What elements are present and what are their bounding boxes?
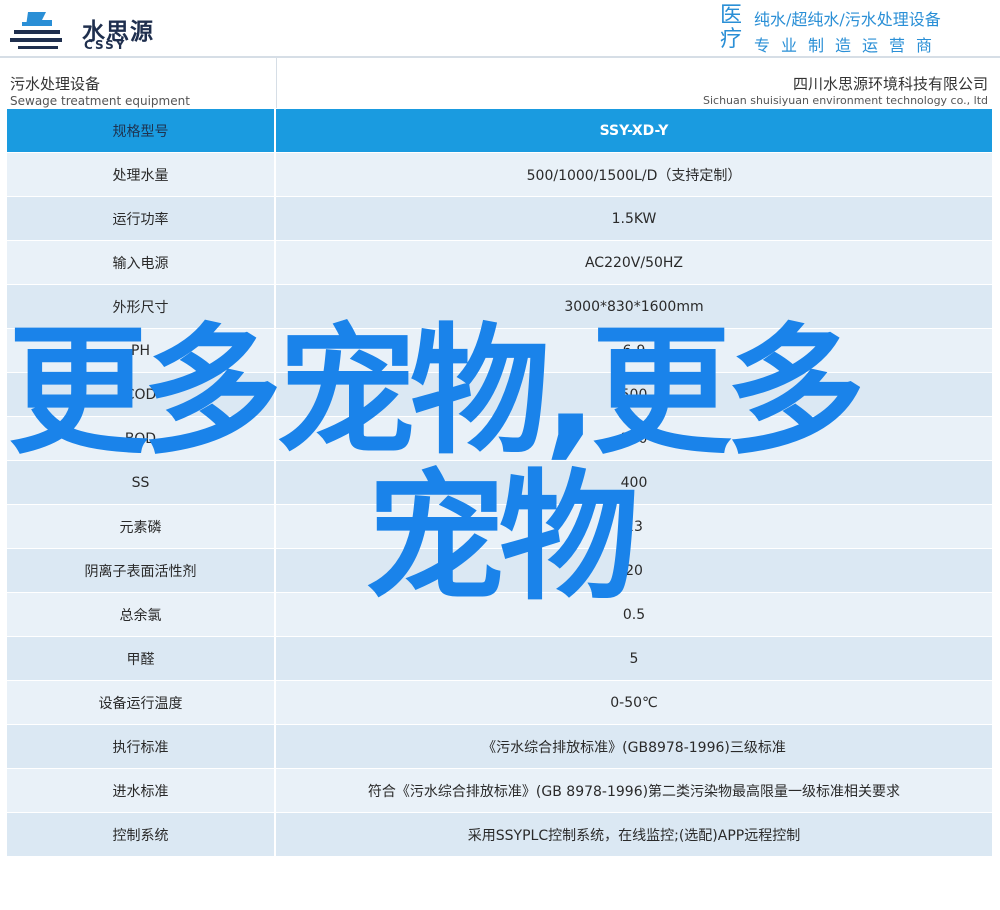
spec-label: PH bbox=[7, 329, 276, 372]
spec-label: 阴离子表面活性剂 bbox=[7, 549, 276, 592]
spec-value: 6-9 bbox=[276, 329, 992, 372]
spec-value: AC220V/50HZ bbox=[276, 241, 992, 284]
spec-value: 《污水综合排放标准》(GB8978-1996)三级标准 bbox=[276, 725, 992, 768]
spec-value: 500 bbox=[276, 373, 992, 416]
spec-label: 运行功率 bbox=[7, 197, 276, 240]
spec-label: 元素磷 bbox=[7, 505, 276, 548]
page-header: 水思源 CSSY 医疗 纯水/超纯水/污水处理设备 专业制造运营商 bbox=[0, 0, 1000, 58]
spec-value: 300 bbox=[276, 417, 992, 460]
spec-table: 规格型号 SSY-XD-Y 处理水量 500/1000/1500L/D（支持定制） 运行… bbox=[7, 109, 992, 857]
table-row: 进水标准 符合《污水综合排放标准》(GB 8978-1996)第二类污染物最高限量… bbox=[7, 769, 992, 813]
slogan-tagline: 专业制造运营商 bbox=[754, 36, 944, 55]
spec-value: SSY-XD-Y bbox=[276, 109, 992, 152]
spec-label: COD bbox=[7, 373, 276, 416]
spec-value: 20 bbox=[276, 549, 992, 592]
spec-label: 总余氯 bbox=[7, 593, 276, 636]
spec-value: 符合《污水综合排放标准》(GB 8978-1996)第二类污染物最高限量一级标准… bbox=[276, 769, 992, 812]
table-row: COD 500 bbox=[7, 373, 992, 417]
spec-value: 400 bbox=[276, 461, 992, 504]
table-row: 设备运行温度 0-50℃ bbox=[7, 681, 992, 725]
spec-value: 0-50℃ bbox=[276, 681, 992, 724]
table-row: 阴离子表面活性剂 20 bbox=[7, 549, 992, 593]
logo-name-en: CSSY bbox=[84, 38, 127, 52]
spec-label: 处理水量 bbox=[7, 153, 276, 196]
table-row: 甲醛 5 bbox=[7, 637, 992, 681]
spec-label: 甲醛 bbox=[7, 637, 276, 680]
table-row: 输入电源 AC220V/50HZ bbox=[7, 241, 992, 285]
spec-label: 设备运行温度 bbox=[7, 681, 276, 724]
company-logo[interactable]: 水思源 CSSY bbox=[8, 6, 178, 52]
table-row: 运行功率 1.5KW bbox=[7, 197, 992, 241]
table-row: 处理水量 500/1000/1500L/D（支持定制） bbox=[7, 153, 992, 197]
category-title-en: Sewage treatment equipment bbox=[10, 94, 190, 108]
slogan-emblem: 医疗 bbox=[720, 3, 743, 52]
spec-value: 500/1000/1500L/D（支持定制） bbox=[276, 153, 992, 196]
spec-label: BOD bbox=[7, 417, 276, 460]
spec-value: 0.5 bbox=[276, 593, 992, 636]
table-row: SS 400 bbox=[7, 461, 992, 505]
spec-value: 23 bbox=[276, 505, 992, 548]
spec-label: 进水标准 bbox=[7, 769, 276, 812]
spec-label: 外形尺寸 bbox=[7, 285, 276, 328]
table-header-row: 规格型号 SSY-XD-Y bbox=[7, 109, 992, 153]
spec-value: 1.5KW bbox=[276, 197, 992, 240]
spec-value: 采用SSYPLC控制系统，在线监控;(选配)APP远程控制 bbox=[276, 813, 992, 856]
spec-label: 执行标准 bbox=[7, 725, 276, 768]
table-row: BOD 300 bbox=[7, 417, 992, 461]
slogan-products: 纯水/超纯水/污水处理设备 bbox=[754, 10, 941, 29]
company-name-cn: 四川水思源环境科技有限公司 bbox=[792, 75, 988, 93]
subheader-divider bbox=[276, 58, 277, 108]
spec-label: 规格型号 bbox=[7, 109, 276, 152]
spec-value: 3000*830*1600mm bbox=[276, 285, 992, 328]
spec-value: 5 bbox=[276, 637, 992, 680]
table-row: 控制系统 采用SSYPLC控制系统，在线监控;(选配)APP远程控制 bbox=[7, 813, 992, 857]
category-title-cn: 污水处理设备 bbox=[10, 75, 101, 93]
header-divider bbox=[0, 56, 1000, 58]
spec-label: SS bbox=[7, 461, 276, 504]
logo-wave-icon bbox=[10, 12, 62, 49]
spec-label: 控制系统 bbox=[7, 813, 276, 856]
table-row: 外形尺寸 3000*830*1600mm bbox=[7, 285, 992, 329]
table-row: 总余氯 0.5 bbox=[7, 593, 992, 637]
table-row: 元素磷 23 bbox=[7, 505, 992, 549]
table-row: 执行标准 《污水综合排放标准》(GB8978-1996)三级标准 bbox=[7, 725, 992, 769]
spec-label: 输入电源 bbox=[7, 241, 276, 284]
company-name-en: Sichuan shuisiyuan environment technolog… bbox=[702, 94, 988, 107]
table-row: PH 6-9 bbox=[7, 329, 992, 373]
header-slogan: 医疗 纯水/超纯水/污水处理设备 专业制造运营商 bbox=[720, 3, 994, 56]
